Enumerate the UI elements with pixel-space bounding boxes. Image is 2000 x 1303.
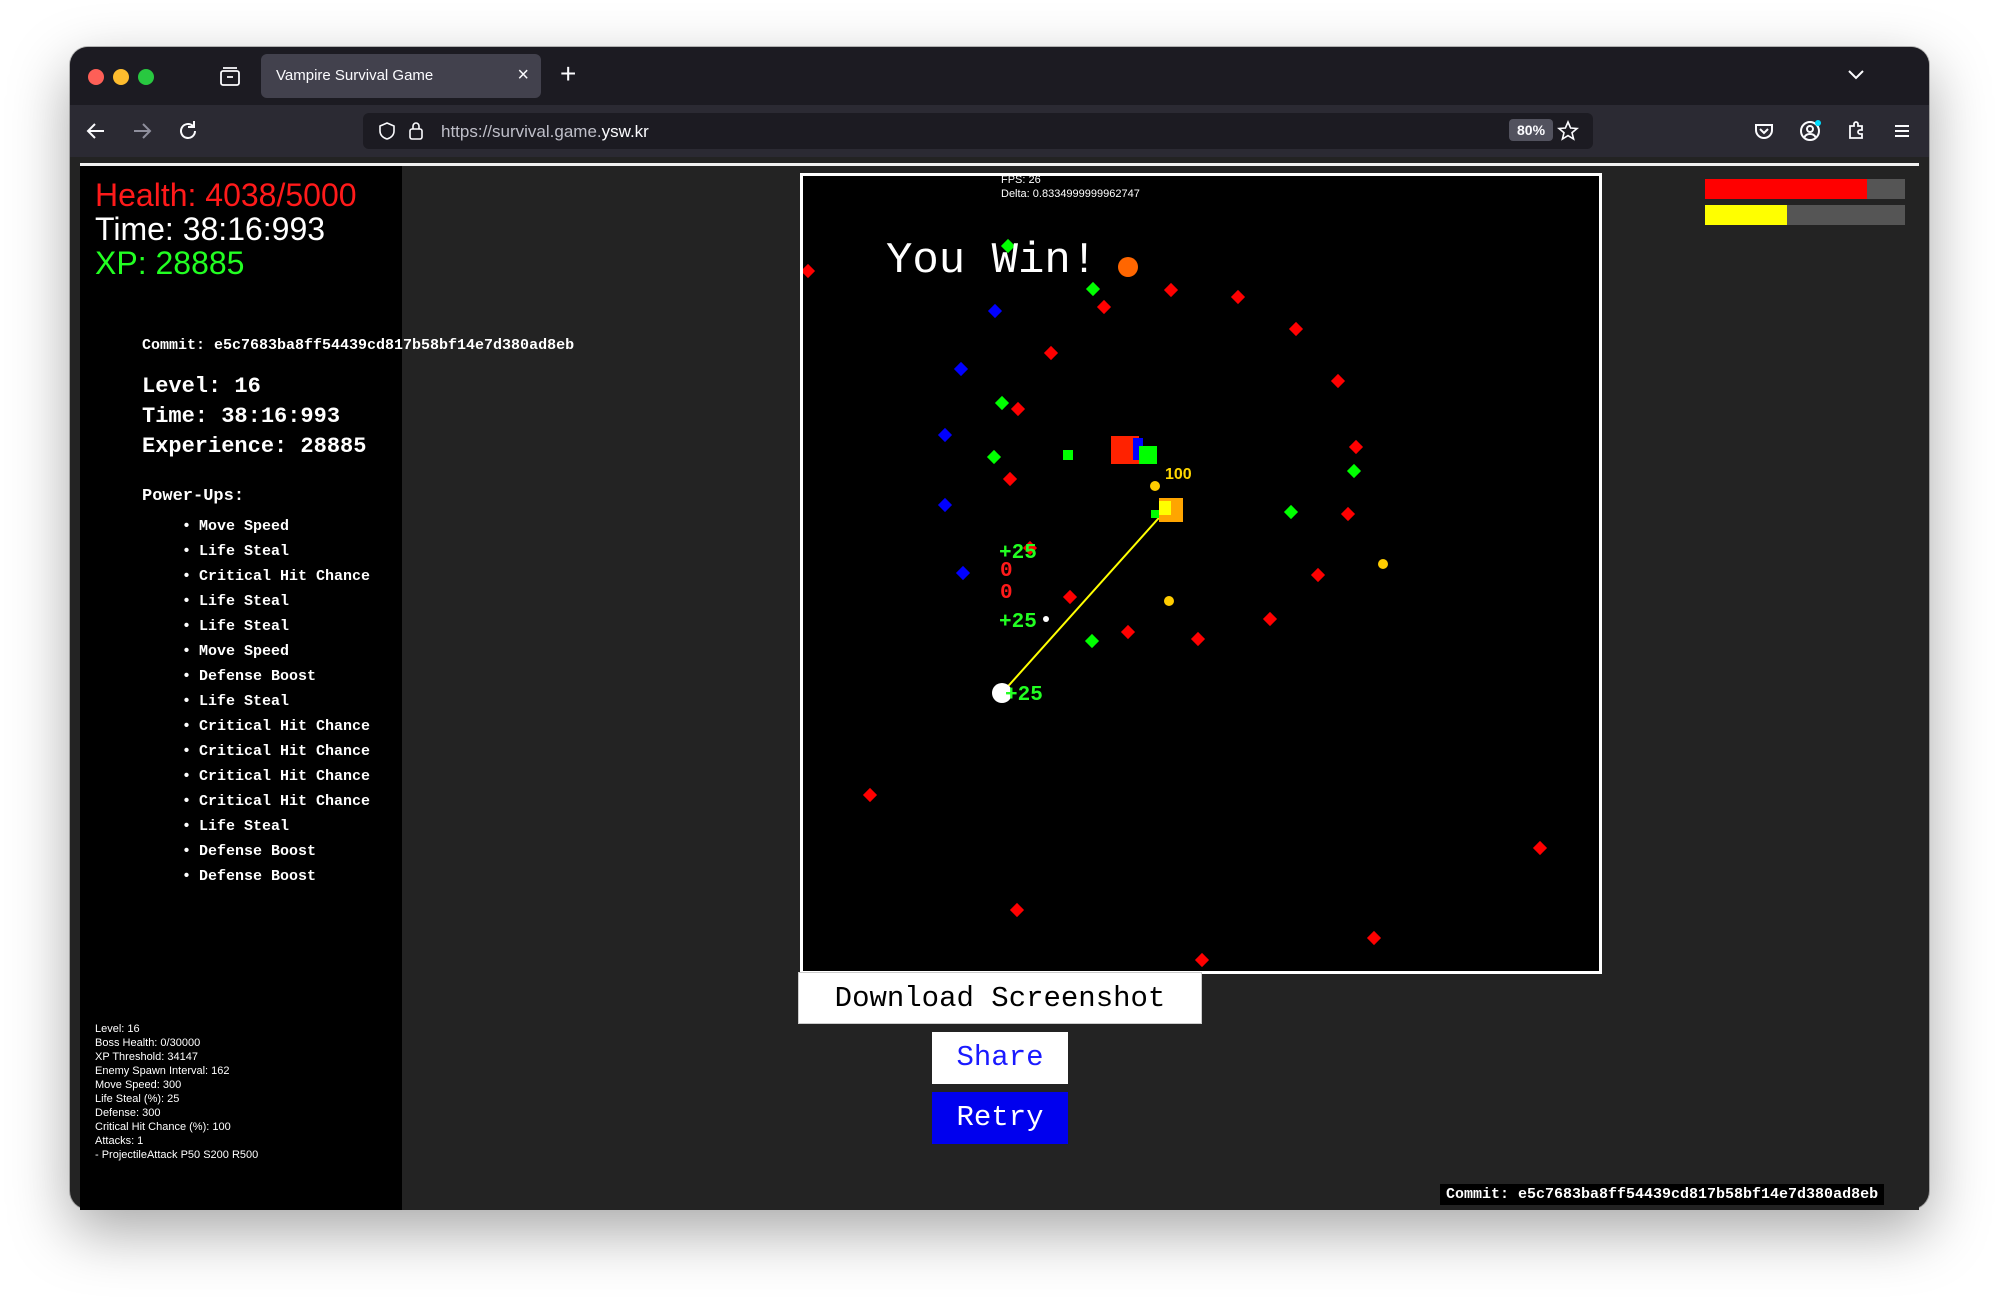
enemy-red xyxy=(1348,439,1364,455)
enemy-red xyxy=(1194,952,1210,968)
enemy-red xyxy=(1120,624,1136,640)
enemy-red xyxy=(1340,506,1356,522)
url-prefix: https://survival.game. xyxy=(441,122,602,141)
enemy-red xyxy=(1190,631,1206,647)
enemy-red xyxy=(1310,567,1326,583)
damage-label: 0 xyxy=(1000,582,1013,605)
orange-orb xyxy=(1118,257,1138,277)
game-canvas[interactable]: 100 +25 0 0 +25 +25 FPS: 26 Delta: 0.833… xyxy=(800,173,1602,974)
share-button[interactable]: Share xyxy=(932,1032,1068,1084)
win-message: You Win! xyxy=(886,236,1098,286)
pocket-icon[interactable] xyxy=(1750,117,1778,145)
navigation-bar: https://survival.game.ysw.kr 80% xyxy=(70,105,1929,157)
address-bar[interactable]: https://survival.game.ysw.kr 80% xyxy=(363,113,1593,149)
xp-orb xyxy=(1378,559,1388,569)
close-tab-icon[interactable]: × xyxy=(517,64,529,86)
enemy-green xyxy=(986,449,1002,465)
enemy-blue xyxy=(953,361,969,377)
xp-bar xyxy=(1705,205,1905,225)
xp-orb xyxy=(1150,481,1160,491)
url-text[interactable]: https://survival.game.ysw.kr xyxy=(441,122,649,142)
heal-label: +25 xyxy=(999,611,1037,634)
account-icon[interactable] xyxy=(1796,117,1824,145)
enemy-green xyxy=(1283,504,1299,520)
enemy-blue xyxy=(937,427,953,443)
tab-vampire-survival[interactable]: Vampire Survival Game × xyxy=(261,54,541,98)
enemy-green xyxy=(1063,450,1073,460)
green-enemies xyxy=(986,238,1362,649)
projectile xyxy=(1043,616,1049,622)
tab-bar: Vampire Survival Game × + xyxy=(70,47,1929,105)
damage-label: 0 xyxy=(1000,560,1013,583)
attack-line xyxy=(1001,510,1166,694)
enemy-green xyxy=(1139,446,1157,464)
enemy-red xyxy=(1288,321,1304,337)
enemy-red xyxy=(1330,373,1346,389)
url-domain: ysw.kr xyxy=(601,122,649,141)
enemy-blue xyxy=(937,497,953,513)
enemy-red xyxy=(1010,401,1026,417)
extensions-icon[interactable] xyxy=(1842,117,1870,145)
new-tab-icon[interactable]: + xyxy=(560,57,576,91)
enemy-red xyxy=(1043,345,1059,361)
tab-title: Vampire Survival Game xyxy=(276,67,434,84)
health-bar-fill xyxy=(1705,179,1867,199)
enemy-red xyxy=(1163,282,1179,298)
heal-label: +25 xyxy=(1005,684,1043,707)
chevron-down-icon[interactable] xyxy=(1845,63,1867,85)
enemy-green xyxy=(1346,463,1362,479)
maximize-window-button[interactable] xyxy=(138,69,154,85)
reload-icon[interactable] xyxy=(174,117,202,145)
blue-enemies xyxy=(937,303,1003,581)
enemy-red xyxy=(1009,902,1025,918)
enemy-red xyxy=(803,263,816,279)
enemy-green xyxy=(1084,633,1100,649)
enemy-red xyxy=(862,787,878,803)
shield-icon[interactable] xyxy=(377,121,397,141)
damage-label: 100 xyxy=(1165,466,1192,483)
fps-counter: FPS: 26 Delta: 0.8334999999962747 xyxy=(1001,173,1140,201)
enemy-green xyxy=(1151,510,1159,518)
minimize-window-button[interactable] xyxy=(113,69,129,85)
enemy-red xyxy=(1096,299,1112,315)
delta-text: Delta: 0.8334999999962747 xyxy=(1001,188,1140,200)
enemy-green xyxy=(994,395,1010,411)
tab-overview-icon[interactable] xyxy=(218,65,242,89)
red-enemies xyxy=(803,263,1548,968)
enemy-blue xyxy=(955,565,971,581)
close-window-button[interactable] xyxy=(88,69,104,85)
fps-text: FPS: 26 xyxy=(1001,174,1041,186)
download-screenshot-button[interactable]: Download Screenshot xyxy=(798,972,1202,1024)
retry-button[interactable]: Retry xyxy=(932,1092,1068,1144)
enemy-red xyxy=(1002,471,1018,487)
commit-footer: Commit: e5c7683ba8ff54439cd817b58bf14e7d… xyxy=(1440,1184,1885,1205)
zoom-level-badge[interactable]: 80% xyxy=(1509,119,1554,141)
enemy-red xyxy=(1230,289,1246,305)
enemy-blue xyxy=(987,303,1003,319)
game-scene: 100 +25 0 0 +25 +25 xyxy=(803,238,1548,968)
lock-icon[interactable] xyxy=(407,120,425,142)
enemy-red xyxy=(1062,589,1078,605)
menu-icon[interactable] xyxy=(1888,117,1916,145)
enemy-red xyxy=(1532,840,1548,856)
xp-orb xyxy=(1164,596,1174,606)
bookmark-star-icon[interactable] xyxy=(1557,120,1579,142)
enemy-red xyxy=(1366,930,1382,946)
player-core xyxy=(1159,501,1171,515)
back-arrow-icon[interactable] xyxy=(82,117,110,145)
enemy-red xyxy=(1262,611,1278,627)
xp-bar-fill xyxy=(1705,205,1787,225)
forward-arrow-icon[interactable] xyxy=(128,117,156,145)
health-bar xyxy=(1705,179,1905,199)
